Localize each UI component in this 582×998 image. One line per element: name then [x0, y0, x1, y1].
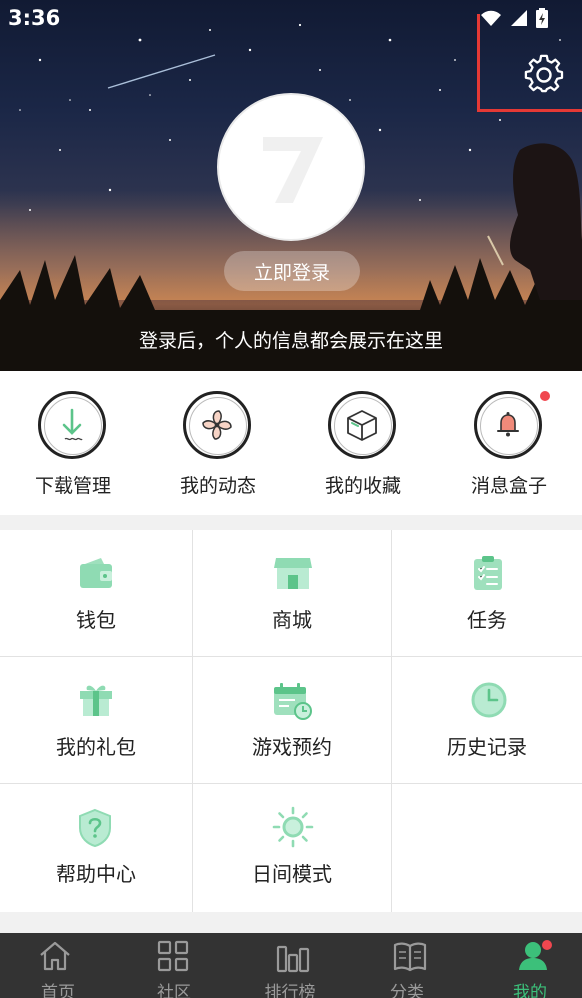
task-list-icon: [474, 556, 502, 590]
quick-actions: 下载管理 我的动态 我的收藏 消息盒子: [0, 371, 582, 515]
grid-icon: [157, 940, 189, 972]
box-icon: [347, 410, 377, 441]
quick-action-icon-frame: [328, 391, 396, 459]
menu-item-wallet[interactable]: 钱包: [0, 530, 193, 657]
wallet-icon: [80, 558, 112, 588]
settings-gear-icon[interactable]: [524, 54, 564, 94]
tab-label: 排行榜: [264, 983, 316, 998]
calendar-icon: [274, 683, 312, 720]
fan-icon: [202, 410, 232, 440]
clock-icon: [471, 682, 507, 718]
bottom-tab-bar: 首页 社区 排行榜 分类 我的: [0, 933, 582, 998]
menu-item-label: 钱包: [76, 608, 116, 632]
status-time: 3:36: [8, 6, 61, 30]
quick-action-favorites[interactable]: 我的收藏: [290, 371, 436, 515]
menu-item-game-reservation[interactable]: 游戏预约: [193, 657, 392, 784]
login-hint-text: 登录后，个人的信息都会展示在这里: [138, 330, 443, 352]
quick-action-icon-frame: [474, 391, 542, 459]
sun-icon: [272, 806, 314, 848]
quick-action-label: 我的动态: [179, 475, 256, 497]
download-icon: [62, 408, 83, 441]
menu-item-label: 历史记录: [447, 735, 527, 759]
menu-grid: 钱包 商城 任务 我的礼包 游戏预约 历史记录 帮助中心 日间模式: [0, 530, 582, 912]
quick-action-label: 我的收藏: [324, 475, 401, 497]
menu-item-label: 游戏预约: [252, 735, 332, 759]
avatar[interactable]: [217, 93, 365, 241]
tab-label: 首页: [41, 983, 75, 998]
tab-mine[interactable]: 我的: [466, 933, 582, 998]
quick-action-moments[interactable]: 我的动态: [145, 371, 291, 515]
login-button[interactable]: 立即登录: [224, 251, 360, 291]
menu-item-label: 商城: [272, 608, 312, 632]
menu-item-history[interactable]: 历史记录: [392, 657, 582, 784]
tab-label: 社区: [157, 983, 191, 998]
tab-label: 分类: [390, 983, 424, 998]
menu-item-day-mode[interactable]: 日间模式: [193, 784, 392, 912]
book-icon: [393, 942, 427, 972]
menu-item-store[interactable]: 商城: [193, 530, 392, 657]
home-icon: [40, 941, 70, 971]
message-badge-dot: [540, 391, 550, 401]
tab-label: 我的: [513, 983, 547, 998]
menu-item-label: 日间模式: [252, 862, 332, 886]
menu-empty-cell: [392, 784, 582, 912]
menu-item-label: 任务: [467, 608, 507, 632]
menu-item-label: 帮助中心: [56, 862, 136, 886]
tab-ranking[interactable]: 排行榜: [232, 933, 348, 998]
tab-mine-badge-dot: [542, 940, 552, 950]
menu-item-gifts[interactable]: 我的礼包: [0, 657, 193, 784]
gift-icon: [80, 685, 112, 716]
quick-action-icon-frame: [183, 391, 251, 459]
tab-community[interactable]: 社区: [116, 933, 232, 998]
help-shield-icon: [79, 808, 111, 848]
menu-item-label: 我的礼包: [56, 735, 136, 759]
quick-action-icon-frame: [38, 391, 106, 459]
quick-action-label: 消息盒子: [470, 475, 547, 497]
menu-item-tasks[interactable]: 任务: [392, 530, 582, 657]
quick-action-download[interactable]: 下载管理: [0, 371, 146, 515]
tab-categories[interactable]: 分类: [349, 933, 465, 998]
quick-action-messages[interactable]: 消息盒子: [436, 371, 582, 515]
quick-action-label: 下载管理: [34, 475, 111, 497]
menu-item-help-center[interactable]: 帮助中心: [0, 784, 193, 912]
tab-home[interactable]: 首页: [0, 933, 116, 998]
store-icon: [274, 558, 312, 589]
logo-seven-icon: [263, 137, 323, 203]
bell-icon: [497, 412, 519, 437]
ranking-icon: [276, 945, 310, 973]
profile-header: 3:36 立即登录 登录后，个人的信息都会展示在这里: [0, 0, 582, 371]
